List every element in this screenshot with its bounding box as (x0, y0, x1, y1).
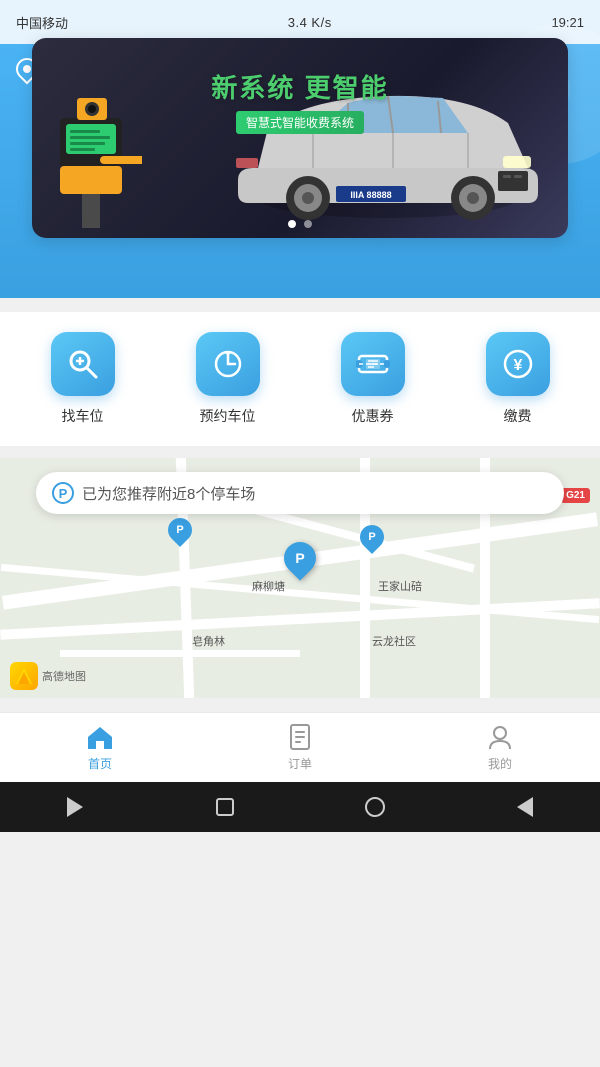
system-nav-bar (0, 782, 600, 832)
map-pin-2: P (168, 518, 192, 542)
home-label: 首页 (88, 755, 112, 772)
nav-mine[interactable]: 我的 (440, 723, 560, 772)
svg-text:¥: ¥ (513, 357, 522, 374)
banner-text: 新系统 更智能 智慧式智能收费系统 (32, 68, 568, 134)
action-coupon[interactable]: 优惠券 (333, 332, 413, 426)
find-parking-label: 找车位 (62, 406, 104, 426)
amap-logo-text: 高德地图 (42, 668, 86, 684)
action-find-parking[interactable]: 找车位 (43, 332, 123, 426)
network-speed: 3.4 K/s (288, 15, 332, 30)
map-search-text: 已为您推荐附近8个停车场 (82, 483, 255, 504)
pay-icon-bg: ¥ (486, 332, 550, 396)
map-label-4: 皂角林 (192, 633, 225, 649)
highway-badge: G21 (561, 488, 590, 503)
sys-back-button[interactable] (55, 787, 95, 827)
dot-1 (288, 220, 296, 228)
home-circle-icon (365, 797, 385, 817)
sys-square-button[interactable] (205, 787, 245, 827)
coupon-icon-bg (341, 332, 405, 396)
map-road-extra2 (60, 650, 300, 657)
quick-actions: 找车位 预约车位 (0, 312, 600, 446)
bottom-nav: 首页 订单 我的 (0, 712, 600, 782)
nav-home[interactable]: 首页 (40, 723, 160, 772)
map-pin-main: P (284, 542, 316, 574)
back-chevron (67, 797, 83, 817)
reserve-label: 预约车位 (200, 406, 256, 426)
action-pay[interactable]: ¥ 缴费 (478, 332, 558, 426)
mine-icon (486, 723, 514, 751)
mine-label: 我的 (488, 755, 512, 772)
home-icon (86, 723, 114, 751)
square-icon (216, 798, 234, 816)
sys-home-button[interactable] (355, 787, 395, 827)
main-content: 找车位 预约车位 (0, 298, 600, 712)
map-label-5: 云龙社区 (372, 633, 416, 649)
banner-dots (288, 220, 312, 228)
svg-text:IIIA 88888: IIIA 88888 (350, 190, 391, 200)
nav-orders[interactable]: 订单 (240, 723, 360, 772)
dot-2 (304, 220, 312, 228)
parking-search-icon: P (52, 482, 74, 504)
orders-label: 订单 (288, 755, 312, 772)
pay-label: 缴费 (504, 406, 532, 426)
map-container[interactable]: G21 卜宗汤 麻柳塘 王家山碚 皂角林 云龙社区 张 P P (0, 458, 600, 698)
find-parking-icon-bg (51, 332, 115, 396)
map-pin-3: P (360, 525, 384, 549)
map-label-2: 麻柳塘 (252, 578, 285, 594)
orders-icon (286, 723, 314, 751)
back-triangle-icon (517, 797, 533, 817)
banner: 新系统 更智能 智慧式智能收费系统 (32, 38, 568, 238)
carrier-signal: 中国移动 (16, 13, 68, 32)
amap-logo-icon (10, 662, 38, 690)
header: d 物联东街 新系统 更智能 智慧式智能收费系统 (0, 44, 600, 298)
coupon-label: 优惠券 (352, 406, 394, 426)
map-search-bar[interactable]: P 已为您推荐附近8个停车场 (36, 472, 564, 514)
map-label-3: 王家山碚 (378, 578, 422, 594)
banner-title: 新系统 更智能 (32, 68, 568, 105)
banner-subtitle: 智慧式智能收费系统 (236, 111, 364, 134)
reserve-icon-bg (196, 332, 260, 396)
amap-logo: 高德地图 (10, 662, 86, 690)
map-section: G21 卜宗汤 麻柳塘 王家山碚 皂角林 云龙社区 张 P P (0, 458, 600, 698)
banner-content: 新系统 更智能 智慧式智能收费系统 (32, 38, 568, 238)
action-reserve-parking[interactable]: 预约车位 (188, 332, 268, 426)
sys-back-button2[interactable] (505, 787, 545, 827)
